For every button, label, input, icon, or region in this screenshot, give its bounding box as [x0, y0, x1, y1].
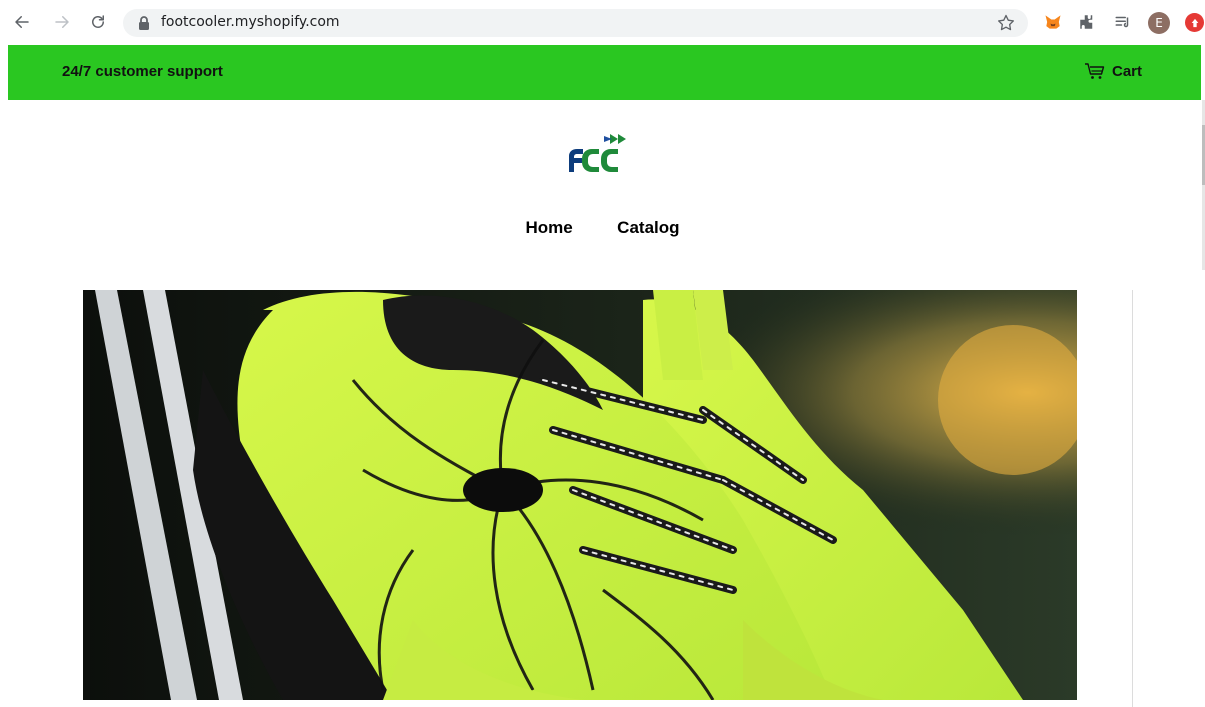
address-bar[interactable]: footcooler.myshopify.com: [123, 9, 1028, 37]
nav-home[interactable]: Home: [525, 218, 572, 238]
announcement-text: 24/7 customer support: [62, 63, 223, 80]
extension-red-icon[interactable]: [1185, 13, 1204, 32]
back-arrow-icon[interactable]: [10, 10, 34, 34]
reload-icon[interactable]: [86, 10, 110, 34]
media-queue-icon[interactable]: [1112, 11, 1134, 33]
content-divider: [1132, 290, 1133, 707]
metamask-fox-icon[interactable]: [1042, 11, 1064, 33]
cart-label: Cart: [1111, 62, 1142, 80]
browser-toolbar: footcooler.myshopify.com E: [0, 0, 1205, 46]
extensions-puzzle-icon[interactable]: [1076, 11, 1098, 33]
fcc-logo-icon: [569, 134, 626, 172]
nav-catalog[interactable]: Catalog: [617, 218, 679, 238]
url-text[interactable]: footcooler.myshopify.com: [161, 14, 340, 30]
hero-banner-image[interactable]: [83, 290, 1077, 700]
main-navigation: Home Catalog: [0, 218, 1205, 238]
cart-icon: [1084, 63, 1105, 79]
store-logo[interactable]: [566, 132, 638, 174]
forward-arrow-icon[interactable]: [50, 10, 74, 34]
bookmark-star-icon[interactable]: [996, 13, 1016, 33]
sneaker-banner-image: [83, 290, 1077, 700]
lock-icon: [139, 16, 149, 30]
cart-link[interactable]: Cart: [1084, 62, 1142, 80]
announcement-bar: 24/7 customer support Cart: [8, 45, 1201, 100]
profile-avatar[interactable]: E: [1148, 12, 1170, 34]
